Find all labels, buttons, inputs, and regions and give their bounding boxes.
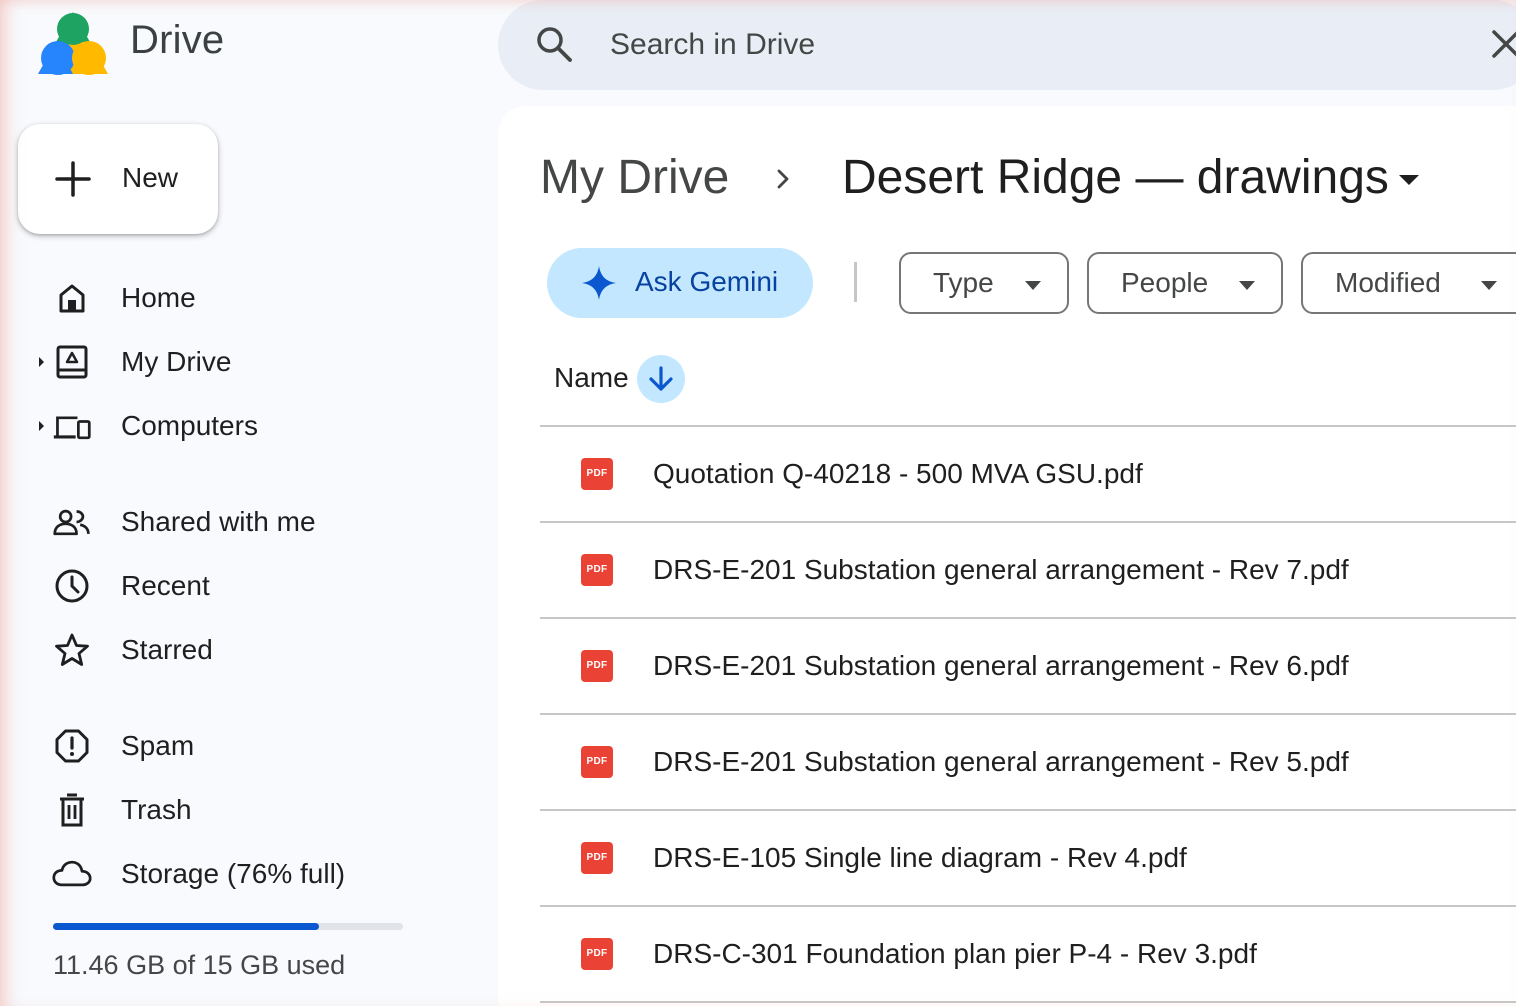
filter-chip-label: Type: [933, 267, 994, 298]
star-icon: [55, 633, 89, 666]
new-button-label: New: [122, 162, 179, 193]
sidebar-item-label: Shared with me: [121, 506, 316, 537]
pdf-file-icon: PDF: [581, 458, 613, 490]
computers-icon: [53, 416, 91, 440]
caret-right-icon[interactable]: [36, 417, 46, 435]
file-name[interactable]: DRS-E-201 Substation general arrangement…: [653, 650, 1349, 682]
file-name[interactable]: DRS-C-301 Foundation plan pier P-4 - Rev…: [653, 938, 1257, 970]
file-row[interactable]: PDF Quotation Q-40218 - 500 MVA GSU.pdf: [540, 427, 1516, 521]
file-name[interactable]: DRS-E-105 Single line diagram - Rev 4.pd…: [653, 842, 1187, 874]
sidebar-item-my-drive[interactable]: My Drive: [30, 336, 470, 388]
filter-chip-label: People: [1121, 267, 1209, 298]
column-header-name[interactable]: Name: [554, 362, 629, 394]
trash-icon: [60, 793, 84, 827]
sidebar-item-computers[interactable]: Computers: [30, 400, 470, 452]
sidebar-item-spam[interactable]: Spam: [30, 720, 470, 772]
filter-chip-type[interactable]: Type: [899, 252, 1069, 314]
file-row[interactable]: PDF DRS-E-201 Substation general arrange…: [540, 715, 1516, 809]
sidebar-item-label: My Drive: [121, 346, 232, 377]
filter-chip-label: Modified: [1335, 267, 1441, 298]
storage-progress-fill: [53, 923, 319, 930]
sidebar-item-label: Computers: [121, 410, 258, 441]
ask-gemini-label: Ask Gemini: [635, 266, 779, 297]
file-name[interactable]: DRS-E-201 Substation general arrangement…: [653, 746, 1349, 778]
pdf-file-icon: PDF: [581, 650, 613, 682]
file-name[interactable]: DRS-E-201 Substation general arrangement…: [653, 554, 1349, 586]
sidebar-item-shared-with-me[interactable]: Shared with me: [30, 496, 470, 548]
cloud-icon: [52, 860, 92, 887]
caret-right-icon[interactable]: [36, 353, 46, 371]
close-icon[interactable]: [1488, 26, 1516, 62]
filter-chip-modified[interactable]: Modified: [1301, 252, 1516, 314]
search-input[interactable]: [610, 22, 1430, 68]
app-title: Drive: [130, 18, 225, 62]
breadcrumb-current-folder[interactable]: Desert Ridge — drawings: [842, 150, 1389, 205]
home-icon: [59, 284, 85, 313]
sidebar-item-storage[interactable]: Storage (76% full): [30, 848, 470, 900]
toolbar-divider: [854, 262, 857, 302]
pdf-file-icon: PDF: [581, 938, 613, 970]
storage-progress-bar: [53, 923, 403, 930]
sidebar-item-label: Storage (76% full): [121, 858, 346, 889]
pdf-file-icon: PDF: [581, 842, 613, 874]
shared-people-icon: [53, 509, 90, 536]
ask-gemini-button[interactable]: Ask Gemini: [547, 248, 813, 318]
folder-menu-dropdown-icon[interactable]: [1396, 172, 1422, 188]
clock-icon: [55, 569, 89, 603]
gemini-sparkle-icon: [582, 266, 616, 300]
dropdown-arrow-icon: [1239, 281, 1255, 290]
sidebar-item-label: Spam: [121, 730, 195, 761]
sidebar-item-starred[interactable]: Starred: [30, 624, 470, 676]
sidebar-item-label: Starred: [121, 634, 213, 665]
filter-chip-people[interactable]: People: [1087, 252, 1283, 314]
file-row[interactable]: PDF DRS-E-201 Substation general arrange…: [540, 523, 1516, 617]
breadcrumb-root[interactable]: My Drive: [540, 150, 729, 205]
drive-logo-icon[interactable]: [38, 12, 108, 76]
dropdown-arrow-icon: [1481, 281, 1497, 290]
dropdown-arrow-icon: [1025, 281, 1041, 290]
sort-direction-button[interactable]: [637, 355, 685, 403]
pdf-file-icon: PDF: [581, 746, 613, 778]
storage-usage-text: 11.46 GB of 15 GB used: [53, 950, 346, 980]
search-icon[interactable]: [534, 24, 574, 64]
file-row[interactable]: PDF DRS-E-201 Substation general arrange…: [540, 619, 1516, 713]
file-row[interactable]: PDF DRS-C-301 Foundation plan pier P-4 -…: [540, 907, 1516, 1001]
row-divider: [540, 1001, 1516, 1003]
sidebar-item-home[interactable]: Home: [30, 272, 470, 324]
sidebar-item-label: Recent: [121, 570, 210, 601]
plus-icon: [55, 161, 91, 197]
sidebar-item-label: Trash: [121, 794, 192, 825]
arrow-down-icon: [649, 366, 673, 391]
spam-icon: [55, 729, 89, 763]
pdf-file-icon: PDF: [581, 554, 613, 586]
new-button[interactable]: New: [18, 124, 218, 234]
chevron-right-icon: [777, 169, 789, 189]
file-name[interactable]: Quotation Q-40218 - 500 MVA GSU.pdf: [653, 458, 1143, 490]
file-row[interactable]: PDF DRS-E-105 Single line diagram - Rev …: [540, 811, 1516, 905]
sidebar-item-recent[interactable]: Recent: [30, 560, 470, 612]
my-drive-icon: [56, 345, 88, 379]
sidebar-item-trash[interactable]: Trash: [30, 784, 470, 836]
sidebar-item-label: Home: [121, 282, 196, 313]
